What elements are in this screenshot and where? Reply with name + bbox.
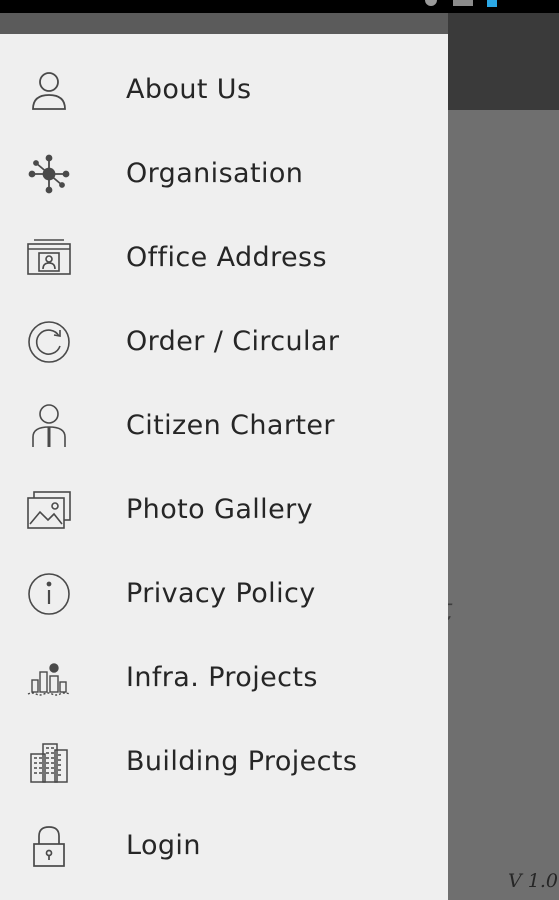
menu-item-login[interactable]: Login [0,804,448,888]
menu-label: Photo Gallery [126,494,313,525]
info-icon [26,573,72,615]
person-tie-icon [26,404,72,447]
menu-item-photo-gallery[interactable]: Photo Gallery [0,468,448,552]
network-icon [26,153,72,195]
menu-label: Organisation [126,158,304,189]
menu-item-about-us[interactable]: About Us [0,48,448,132]
menu-item-order-circular[interactable]: Order / Circular [0,300,448,384]
menu-label: Office Address [126,242,327,273]
menu-label: Privacy Policy [126,578,316,609]
battery-icon [487,0,497,7]
gallery-icon [26,489,72,531]
user-icon [26,69,72,111]
signal-icon [425,0,437,6]
menu-item-infra-projects[interactable]: Infra. Projects [0,636,448,720]
drawer-menu: About Us Organisation Office Address Ord… [0,48,448,888]
status-bar [0,0,559,13]
status-icons [423,0,497,13]
menu-item-building-projects[interactable]: Building Projects [0,720,448,804]
menu-label: Building Projects [126,746,358,777]
city-icon [26,657,72,699]
menu-item-citizen-charter[interactable]: Citizen Charter [0,384,448,468]
menu-label: About Us [126,74,252,105]
refresh-icon [26,321,72,363]
menu-label: Login [126,830,201,861]
version-label: V 1.0 [508,870,558,892]
menu-item-privacy-policy[interactable]: Privacy Policy [0,552,448,636]
menu-label: Order / Circular [126,326,340,357]
navigation-drawer: PWD Delhi About Us [0,0,448,900]
menu-label: Infra. Projects [126,662,318,693]
menu-label: Citizen Charter [126,410,335,441]
menu-item-organisation[interactable]: Organisation [0,132,448,216]
building-icon [26,741,72,783]
id-card-icon [26,237,72,279]
lock-icon [26,825,72,867]
sim-icon [453,0,473,6]
menu-item-office-address[interactable]: Office Address [0,216,448,300]
